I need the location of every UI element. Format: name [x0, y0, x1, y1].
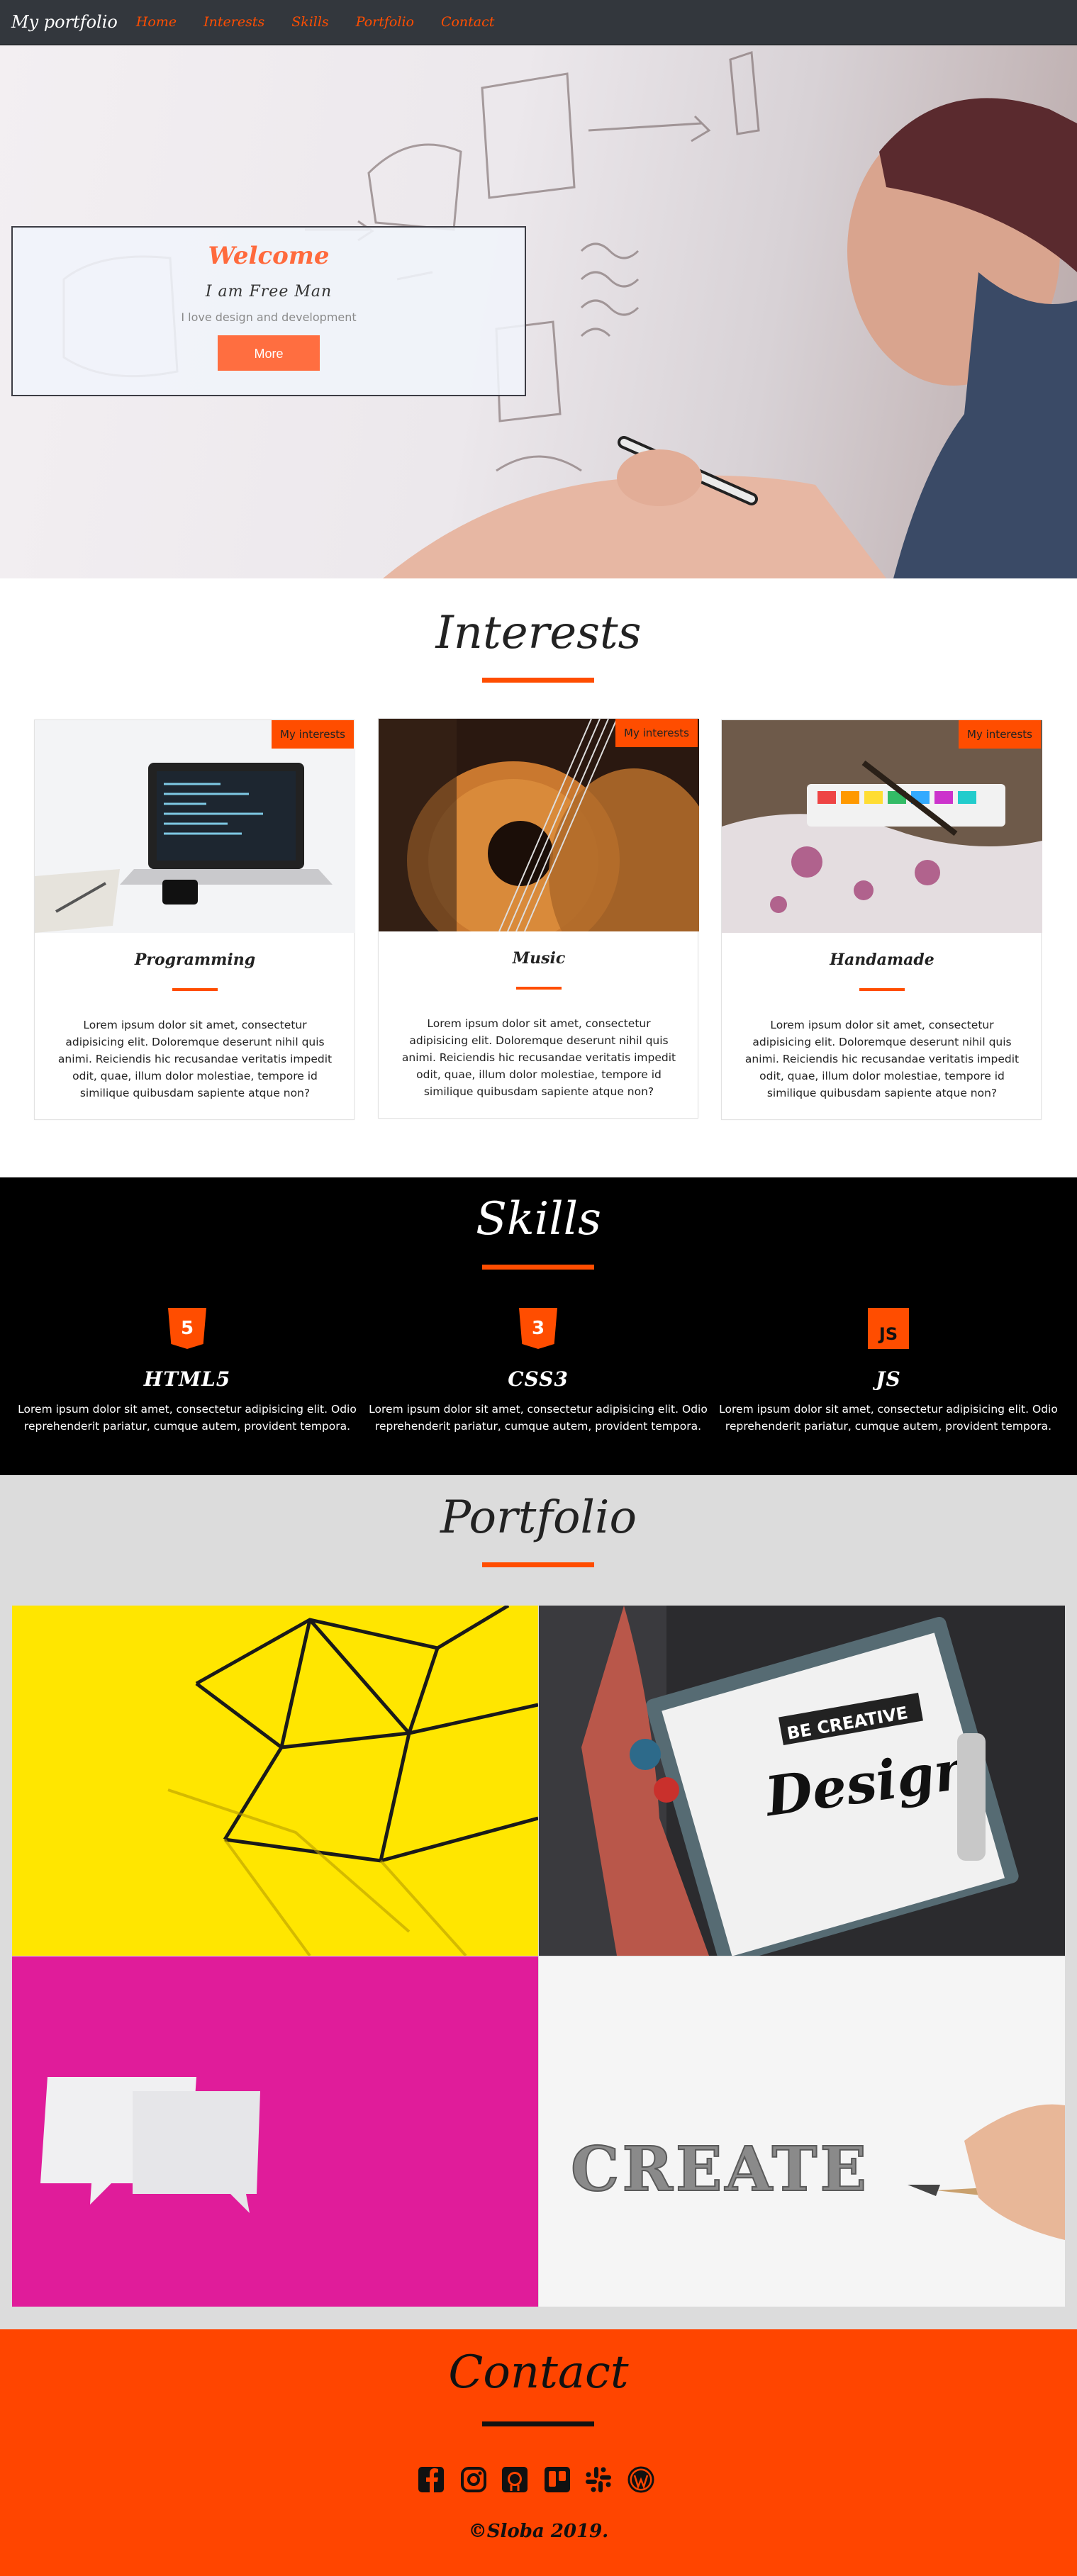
card-badge: My interests — [959, 720, 1041, 749]
trello-icon[interactable] — [543, 2465, 571, 2494]
card-divider — [172, 988, 218, 991]
portfolio-tile-create[interactable]: CREATE — [539, 1956, 1065, 2307]
card-text: Lorem ipsum dolor sit amet, consectetur … — [744, 1019, 1020, 1099]
card-badge: My interests — [272, 720, 354, 749]
skill-js: JS JS Lorem ipsum dolor sit amet, consec… — [711, 1308, 1066, 1435]
handmade-image — [722, 720, 1042, 933]
card-badge: My interests — [615, 719, 698, 747]
facebook-icon[interactable] — [417, 2465, 445, 2494]
skills-underline — [482, 1265, 594, 1270]
card-title: Programming — [134, 951, 256, 969]
skills-title: Skills — [476, 1193, 601, 1245]
hero-description: I love design and development — [181, 310, 357, 324]
nav-link-contact[interactable]: Contact — [441, 14, 494, 30]
html5-icon: 5 — [168, 1308, 206, 1349]
card-text: Lorem ipsum dolor sit amet, consectetur … — [401, 1017, 676, 1098]
hero-card: Welcome I am Free Man I love design and … — [11, 226, 526, 396]
skill-name: CSS3 — [508, 1367, 569, 1391]
skill-css3: 3 CSS3 Lorem ipsum dolor sit amet, conse… — [361, 1308, 715, 1435]
navbar: My portfolio Home Interests Skills Portf… — [0, 0, 1077, 45]
css3-icon: 3 — [519, 1308, 557, 1349]
card-title: Handamade — [830, 951, 934, 969]
interest-card-music[interactable]: My interests Music Lorem ipsum dolor sit… — [378, 718, 699, 1119]
hero-subtitle: I am Free Man — [205, 283, 333, 301]
more-button[interactable]: More — [218, 335, 320, 371]
card-divider — [516, 987, 562, 990]
slack-icon[interactable] — [584, 2465, 613, 2494]
wordpress-icon[interactable] — [627, 2465, 655, 2494]
skill-name: JS — [876, 1367, 901, 1391]
interest-card-programming[interactable]: My interests Programming Lorem ipsum dol… — [34, 719, 355, 1120]
contact-underline — [482, 2421, 594, 2426]
nav-link-interests[interactable]: Interests — [203, 14, 264, 30]
hero-section: Welcome I am Free Man I love design and … — [0, 45, 1077, 578]
footer-copyright: ©Sloba 2019. — [468, 2521, 609, 2542]
brand-logo[interactable]: My portfolio — [11, 12, 118, 32]
interests-title: Interests — [435, 607, 642, 659]
skill-html5: 5 HTML5 Lorem ipsum dolor sit amet, cons… — [10, 1308, 364, 1435]
skill-description: Lorem ipsum dolor sit amet, consectetur … — [18, 1403, 357, 1433]
skill-description: Lorem ipsum dolor sit amet, consectetur … — [719, 1403, 1058, 1433]
card-title: Music — [512, 949, 566, 968]
nav-link-portfolio[interactable]: Portfolio — [356, 14, 414, 30]
card-text: Lorem ipsum dolor sit amet, consectetur … — [57, 1019, 333, 1099]
portfolio-tile-design[interactable]: BE CREATIVE Design — [539, 1606, 1065, 1956]
portfolio-tile-geometric[interactable] — [12, 1606, 538, 1956]
portfolio-title: Portfolio — [440, 1491, 637, 1544]
programming-image — [35, 720, 355, 933]
interest-card-handmade[interactable]: My interests Handamade Lorem ipsum dolor… — [721, 719, 1042, 1120]
skill-name: HTML5 — [143, 1367, 231, 1391]
skill-description: Lorem ipsum dolor sit amet, consectetur … — [369, 1403, 708, 1433]
portfolio-tile-speech-bubbles[interactable] — [12, 1956, 538, 2307]
music-image — [379, 719, 699, 931]
nav-link-skills[interactable]: Skills — [291, 14, 329, 30]
js-icon: JS — [868, 1308, 909, 1349]
hero-title: Welcome — [208, 242, 330, 270]
contact-title: Contact — [448, 2346, 629, 2399]
interests-underline — [482, 678, 594, 683]
create-word: CREATE — [571, 2134, 869, 2205]
github-icon[interactable] — [501, 2465, 529, 2494]
instagram-icon[interactable] — [459, 2465, 488, 2494]
portfolio-underline — [482, 1562, 594, 1567]
nav-link-home[interactable]: Home — [136, 14, 177, 30]
card-divider — [859, 988, 905, 991]
